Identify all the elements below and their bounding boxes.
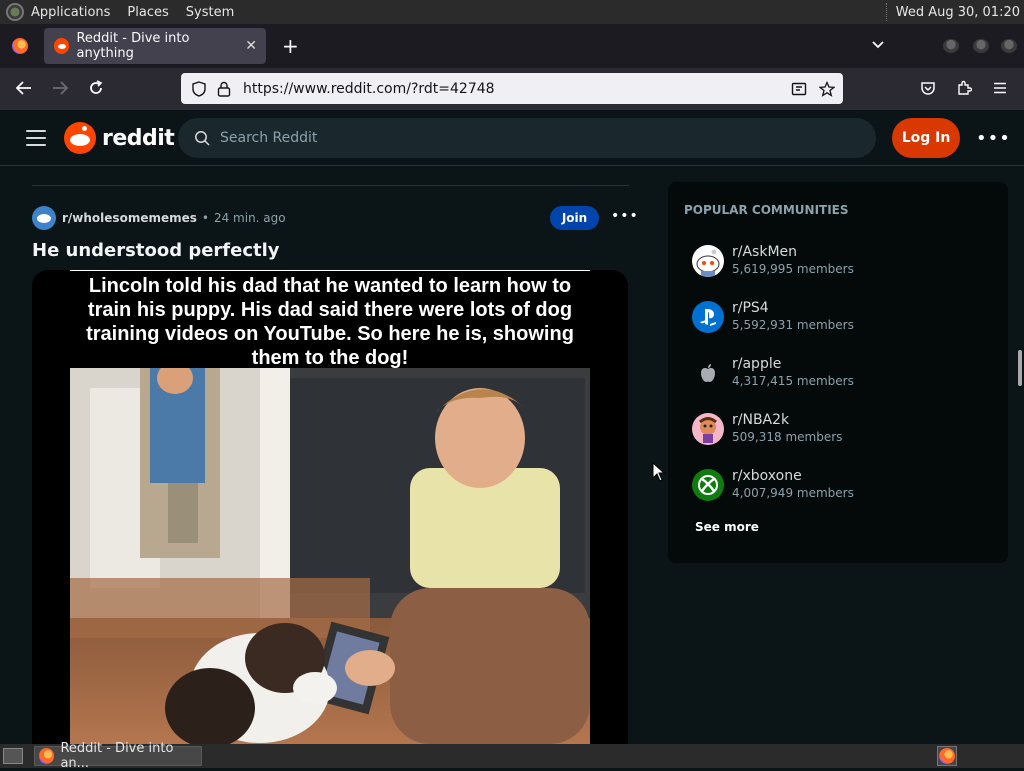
page-scrollbar[interactable] (1018, 350, 1022, 386)
url-text[interactable]: https://www.reddit.com/?rdt=42748 (243, 81, 495, 97)
system-menu[interactable]: System (186, 5, 234, 20)
close-window-button[interactable] (1001, 39, 1017, 53)
extensions-icon[interactable] (956, 80, 972, 96)
community-members: 4,007,949 members (732, 486, 854, 500)
chevron-down-icon[interactable] (871, 38, 885, 52)
show-desktop-icon[interactable] (3, 748, 23, 764)
search-input[interactable]: Search Reddit (220, 130, 317, 146)
firefox-icon (39, 748, 55, 764)
pocket-icon[interactable] (920, 80, 936, 96)
panel-separator (885, 3, 888, 21)
tab-title: Reddit - Dive into anything (76, 31, 190, 61)
reddit-wordmark: reddit (102, 125, 175, 151)
reddit-menu-icon[interactable] (26, 130, 46, 146)
community-members: 4,317,415 members (732, 374, 854, 388)
taskbar-item-label: Reddit - Dive into an... (60, 741, 174, 771)
maximize-window-button[interactable] (973, 39, 989, 53)
reload-icon[interactable] (88, 80, 104, 96)
shield-icon[interactable] (191, 80, 207, 97)
community-name: r/apple (732, 356, 782, 372)
reddit-favicon-icon (54, 38, 70, 54)
askmen-icon (692, 244, 724, 277)
join-button[interactable]: Join (550, 206, 599, 230)
applications-menu[interactable]: Applications (31, 5, 110, 20)
community-name: r/AskMen (732, 244, 798, 260)
xbox-icon (692, 468, 724, 501)
panel-clock[interactable]: Wed Aug 30, 01:20 (885, 3, 1020, 21)
community-members: 5,619,995 members (732, 262, 854, 276)
meta-separator: • (201, 211, 209, 225)
snoo-icon (64, 122, 96, 154)
meme-caption: Lincoln told his dad that he wanted to l… (70, 270, 590, 369)
search-bar[interactable]: Search Reddit (178, 118, 876, 158)
see-more-button[interactable]: See more (695, 520, 759, 534)
community-name: r/PS4 (732, 300, 769, 316)
places-menu[interactable]: Places (127, 5, 168, 20)
reddit-header: reddit Search Reddit Log In ••• (0, 110, 1024, 166)
post-more-icon[interactable]: ••• (611, 208, 639, 224)
nav-bar: https://www.reddit.com/?rdt=42748 (0, 68, 1024, 110)
community-nba2k[interactable]: r/NBA2k 509,318 members (692, 412, 842, 445)
community-askmen[interactable]: r/AskMen 5,619,995 members (692, 244, 854, 277)
subreddit-link[interactable]: r/wholesomememes (62, 211, 197, 225)
popular-communities-heading: POPULAR COMMUNITIES (684, 203, 849, 217)
community-name: r/NBA2k (732, 412, 790, 428)
post-media[interactable]: Lincoln told his dad that he wanted to l… (32, 270, 628, 744)
meme-image: Lincoln told his dad that he wanted to l… (70, 270, 590, 744)
reddit-logo[interactable]: reddit (64, 122, 175, 154)
search-icon (195, 131, 210, 146)
subreddit-icon[interactable] (32, 206, 56, 230)
tab-strip: Reddit - Dive into anything ✕ + (0, 24, 1024, 68)
post-divider (32, 185, 629, 186)
hamburger-menu-icon[interactable] (992, 80, 1008, 96)
lock-icon[interactable] (217, 81, 231, 97)
log-in-button[interactable]: Log In (892, 118, 960, 158)
clock-text: Wed Aug 30, 01:20 (895, 4, 1020, 20)
bottom-taskbar: Reddit - Dive into an... (0, 741, 1024, 771)
url-bar-actions (791, 80, 835, 97)
distro-logo-icon[interactable] (6, 3, 24, 21)
tray-firefox-icon[interactable] (937, 746, 957, 766)
bookmark-star-icon[interactable] (819, 80, 835, 97)
community-name: r/xboxone (732, 468, 802, 484)
new-tab-button[interactable]: + (282, 36, 299, 56)
community-xboxone[interactable]: r/xboxone 4,007,949 members (692, 468, 854, 501)
playstation-icon (692, 300, 724, 333)
firefox-view-icon[interactable] (12, 38, 28, 54)
community-members: 5,592,931 members (732, 318, 854, 332)
tab-close-icon[interactable]: ✕ (245, 38, 257, 54)
popular-communities-panel: POPULAR COMMUNITIES r/AskMen 5,619,995 m… (668, 182, 1008, 563)
community-members: 509,318 members (732, 430, 843, 444)
minimize-window-button[interactable] (943, 39, 959, 53)
community-apple[interactable]: r/apple 4,317,415 members (692, 356, 854, 389)
firefox-tray-icon (939, 748, 955, 764)
post-title[interactable]: He understood perfectly (32, 240, 280, 261)
header-more-icon[interactable]: ••• (976, 128, 1011, 149)
post-meta: r/wholesomememes • 24 min. ago (32, 205, 286, 231)
taskbar-item-firefox[interactable]: Reddit - Dive into an... (34, 741, 202, 771)
top-panel: Applications Places System Wed Aug 30, 0… (0, 0, 1024, 24)
back-arrow-icon[interactable] (15, 80, 33, 96)
top-menu: Applications Places System (0, 0, 251, 24)
mouse-cursor-icon (652, 462, 666, 482)
forward-arrow-icon[interactable] (51, 80, 69, 96)
reader-view-icon[interactable] (791, 81, 807, 97)
meme-photo (70, 368, 590, 744)
community-ps4[interactable]: r/PS4 5,592,931 members (692, 300, 854, 333)
url-bar[interactable]: https://www.reddit.com/?rdt=42748 (181, 73, 843, 104)
apple-icon (692, 356, 724, 389)
tab-reddit[interactable]: Reddit - Dive into anything ✕ (44, 28, 266, 64)
post-time: 24 min. ago (213, 211, 286, 225)
nba2k-icon (692, 412, 724, 445)
